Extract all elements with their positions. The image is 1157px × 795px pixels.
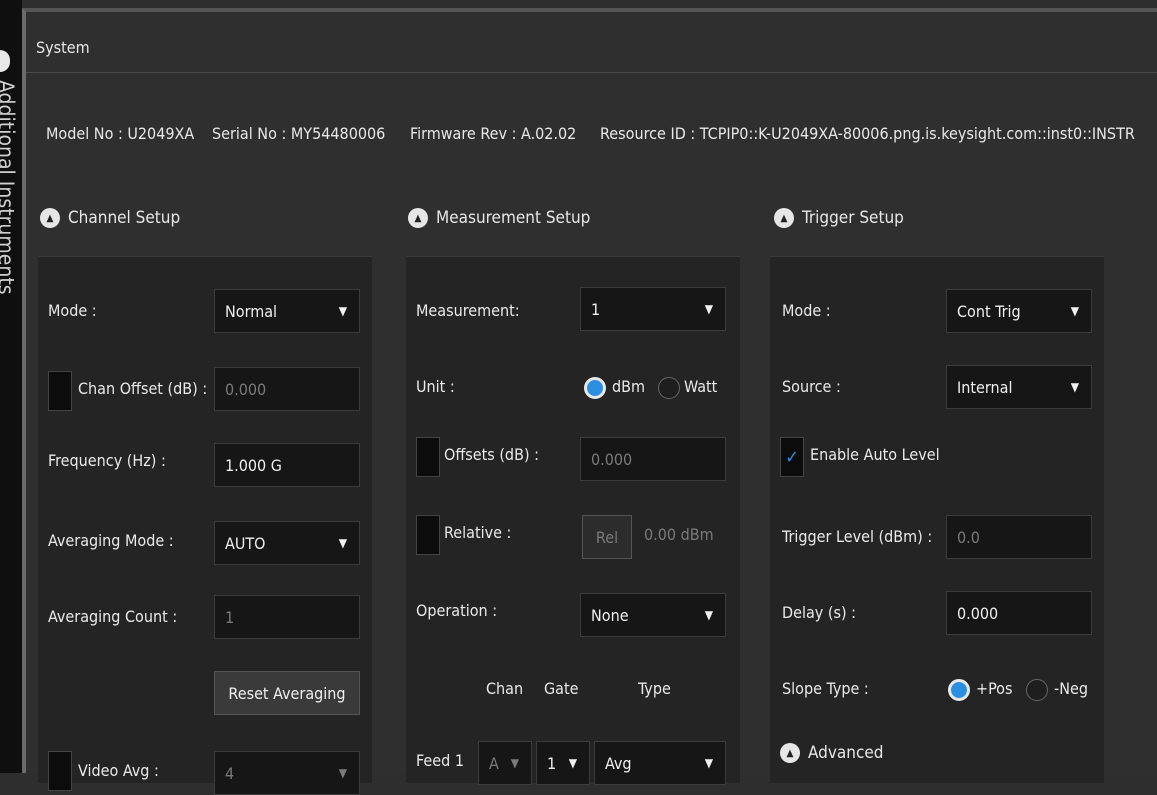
slope-neg-radio[interactable] (1026, 679, 1048, 701)
unit-watt-radio[interactable] (658, 377, 680, 399)
collapse-up-icon: ▲ (40, 208, 60, 228)
side-tab-additional-instruments[interactable]: Additional Instruments (0, 80, 18, 295)
window-title: System (36, 38, 90, 57)
averaging-mode-value: AUTO (225, 533, 266, 553)
measurement-setup-panel: Measurement: 1 ▼ Unit : dBm Watt Offsets … (406, 256, 740, 785)
advanced-label: Advanced (808, 743, 884, 763)
dropdown-arrow-icon: ▼ (704, 302, 713, 316)
video-avg-select[interactable]: 4 ▼ (214, 751, 360, 795)
trigger-mode-value: Cont Trig (957, 301, 1021, 321)
unit-watt-label: Watt (684, 377, 718, 396)
measurement-setup-title: Measurement Setup (436, 208, 591, 228)
checkmark-icon: ✓ (785, 446, 799, 468)
title-bar: System (26, 12, 1157, 73)
dropdown-arrow-icon: ▼ (704, 756, 713, 770)
collapse-up-icon: ▲ (408, 208, 428, 228)
unit-dbm-label: dBm (612, 377, 646, 396)
resource-info: Resource ID : TCPIP0::K-U2049XA-80006.pn… (600, 124, 1135, 143)
feed1-gate-select[interactable]: 1 ▼ (536, 741, 590, 785)
unit-label: Unit : (416, 377, 455, 396)
rel-value: 0.00 dBm (644, 525, 714, 544)
channel-setup-title: Channel Setup (68, 208, 181, 228)
trigger-setup-header[interactable]: ▲ Trigger Setup (774, 208, 904, 228)
trigger-mode-select[interactable]: Cont Trig ▼ (946, 289, 1092, 333)
feed1-gate-value: 1 (547, 753, 557, 773)
collapse-up-icon: ▲ (774, 208, 794, 228)
trigger-mode-label: Mode : (782, 301, 831, 320)
channel-mode-select[interactable]: Normal ▼ (214, 289, 360, 333)
video-avg-label: Video Avg : (78, 761, 159, 780)
channel-mode-value: Normal (225, 301, 278, 321)
averaging-count-label: Averaging Count : (48, 607, 178, 626)
dropdown-arrow-icon: ▼ (568, 756, 577, 770)
offsets-label: Offsets (dB) : (444, 445, 539, 464)
feed1-label: Feed 1 (416, 751, 464, 770)
measurement-setup-header[interactable]: ▲ Measurement Setup (408, 208, 590, 228)
chan-offset-field[interactable]: 0.000 (214, 367, 360, 411)
relative-label: Relative : (444, 523, 512, 542)
operation-label: Operation : (416, 601, 498, 620)
trigger-level-field[interactable]: 0.0 (946, 515, 1092, 559)
model-info: Model No : U2049XA (46, 124, 195, 143)
delay-label: Delay (s) : (782, 603, 857, 622)
video-avg-checkbox[interactable] (48, 751, 72, 791)
trigger-setup-title: Trigger Setup (802, 208, 904, 228)
dropdown-arrow-icon: ▼ (1070, 380, 1079, 394)
source-label: Source : (782, 377, 841, 396)
rel-button[interactable]: Rel (582, 515, 632, 559)
slope-label: Slope Type : (782, 679, 869, 698)
delay-field[interactable]: 0.000 (946, 591, 1092, 635)
advanced-toggle[interactable]: ▲ Advanced (780, 743, 884, 763)
chan-offset-label: Chan Offset (dB) : (78, 379, 208, 398)
feed1-type-select[interactable]: Avg ▼ (594, 741, 726, 785)
measurement-label: Measurement: (416, 301, 520, 320)
channel-mode-label: Mode : (48, 301, 97, 320)
video-avg-value: 4 (225, 763, 235, 783)
feed1-type-value: Avg (605, 753, 632, 773)
col-chan-header: Chan (486, 679, 524, 698)
slope-pos-label: +Pos (976, 679, 1013, 698)
auto-level-label: Enable Auto Level (810, 445, 940, 464)
averaging-mode-select[interactable]: AUTO ▼ (214, 521, 360, 565)
dropdown-arrow-icon: ▼ (1070, 304, 1079, 318)
averaging-mode-label: Averaging Mode : (48, 531, 174, 550)
averaging-count-field[interactable]: 1 (214, 595, 360, 639)
dropdown-arrow-icon: ▼ (510, 756, 519, 770)
col-type-header: Type (638, 679, 671, 698)
reset-averaging-button[interactable]: Reset Averaging (214, 671, 360, 715)
channel-setup-panel: Mode : Normal ▼ Chan Offset (dB) : 0.000 … (38, 256, 372, 795)
side-handle-icon[interactable] (0, 50, 10, 72)
slope-neg-label: -Neg (1054, 679, 1088, 698)
source-value: Internal (957, 377, 1013, 397)
auto-level-checkbox[interactable]: ✓ (780, 437, 804, 477)
collapse-up-icon: ▲ (780, 743, 800, 763)
source-select[interactable]: Internal ▼ (946, 365, 1092, 409)
slope-pos-radio[interactable] (948, 679, 970, 701)
offsets-field[interactable]: 0.000 (580, 437, 726, 481)
chan-offset-checkbox[interactable] (48, 371, 72, 411)
dropdown-arrow-icon: ▼ (338, 536, 347, 550)
system-window: System Model No : U2049XA Serial No : MY… (22, 8, 1157, 795)
channel-setup-header[interactable]: ▲ Channel Setup (40, 208, 180, 228)
offsets-checkbox[interactable] (416, 437, 440, 477)
feed1-chan-select[interactable]: A ▼ (478, 741, 532, 785)
operation-value: None (591, 605, 629, 625)
measurement-value: 1 (591, 299, 601, 319)
serial-info: Serial No : MY54480006 (212, 124, 386, 143)
relative-checkbox[interactable] (416, 515, 440, 555)
dropdown-arrow-icon: ▼ (338, 766, 347, 780)
trigger-setup-panel: Mode : Cont Trig ▼ Source : Internal ▼ ✓ E… (770, 256, 1104, 783)
firmware-info: Firmware Rev : A.02.02 (410, 124, 577, 143)
side-strip: Additional Instruments (0, 0, 22, 773)
measurement-select[interactable]: 1 ▼ (580, 287, 726, 331)
frequency-label: Frequency (Hz) : (48, 451, 166, 470)
dropdown-arrow-icon: ▼ (704, 608, 713, 622)
trigger-level-label: Trigger Level (dBm) : (782, 527, 933, 546)
dropdown-arrow-icon: ▼ (338, 304, 347, 318)
unit-dbm-radio[interactable] (584, 377, 606, 399)
col-gate-header: Gate (544, 679, 579, 698)
feed1-chan-value: A (489, 753, 499, 773)
operation-select[interactable]: None ▼ (580, 593, 726, 637)
frequency-field[interactable]: 1.000 G (214, 443, 360, 487)
